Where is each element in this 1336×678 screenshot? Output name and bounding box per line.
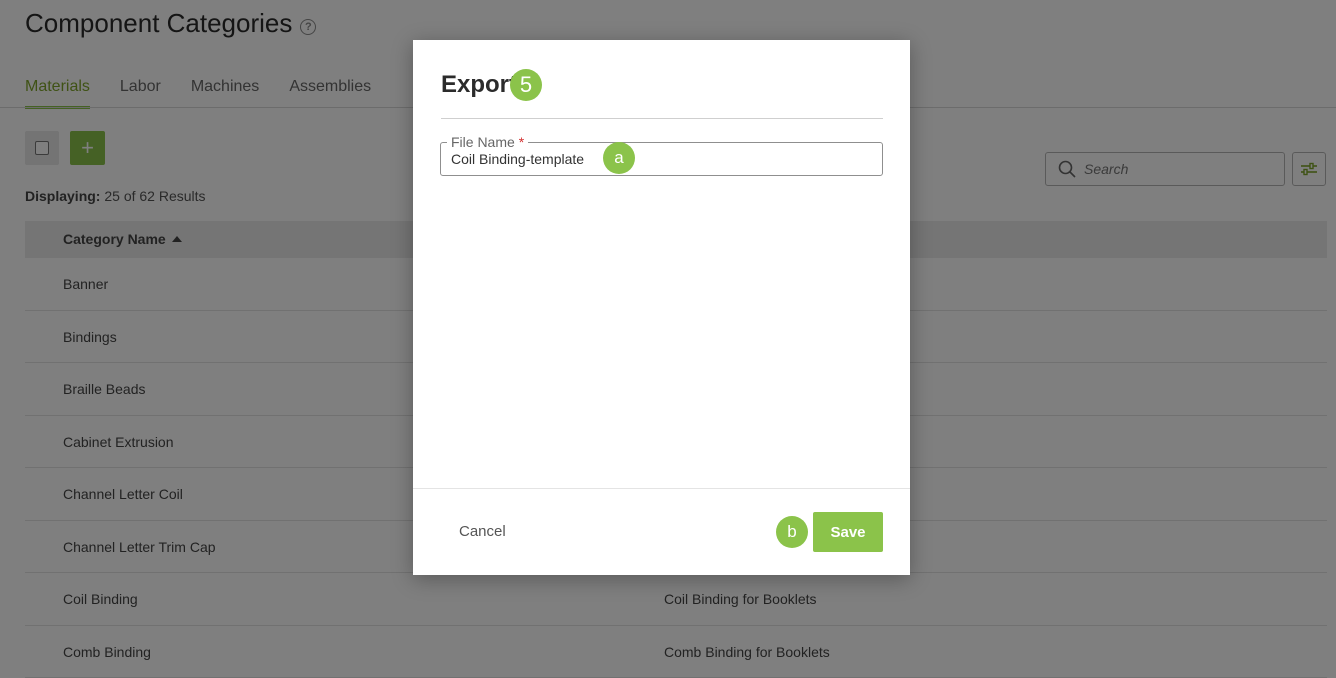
dialog-footer-divider (413, 488, 910, 489)
required-marker: * (518, 134, 525, 150)
file-name-label: File Name * (447, 134, 529, 150)
file-name-field[interactable]: File Name * Coil Binding-template (440, 134, 883, 176)
dialog-divider (441, 118, 883, 119)
callout-badge-a: a (603, 142, 635, 174)
file-name-input[interactable]: Coil Binding-template (451, 151, 584, 167)
file-name-label-text: File Name (451, 134, 515, 150)
step-badge: 5 (510, 69, 542, 101)
export-dialog: Export 5 File Name * Coil Binding-templa… (413, 40, 910, 575)
cancel-button[interactable]: Cancel (459, 523, 506, 540)
save-button[interactable]: Save (813, 512, 883, 552)
dialog-title: Export (441, 71, 518, 98)
callout-badge-b: b (776, 516, 808, 548)
